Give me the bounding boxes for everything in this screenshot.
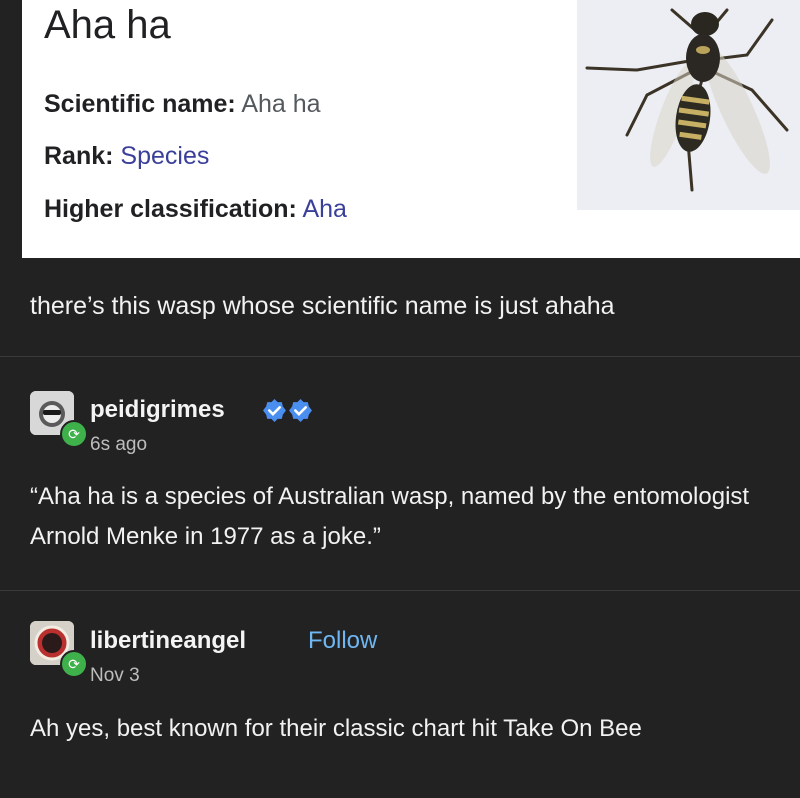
post-body: Ah yes, best known for their classic cha… (30, 715, 642, 742)
row-label: Scientific name: (44, 90, 236, 118)
scientific-name-row: Scientific name: Aha ha (44, 88, 321, 120)
verified-badge-icon (263, 399, 286, 422)
wiki-title: Aha ha (44, 3, 171, 47)
classification-link[interactable]: Aha (302, 195, 346, 223)
post-timestamp: Nov 3 (90, 665, 140, 686)
divider (0, 356, 800, 357)
row-value: Aha ha (241, 90, 321, 118)
reblog-icon: ⟳ (60, 650, 88, 678)
higher-classification-row: Higher classification: Aha (44, 193, 347, 225)
post-username[interactable]: peidigrimes (90, 396, 225, 424)
post-username[interactable]: libertineangel (90, 627, 246, 655)
wasp-image (577, 0, 800, 210)
follow-button[interactable]: Follow (308, 627, 377, 655)
verified-badge-icon (289, 399, 312, 422)
post-timestamp: 6s ago (90, 434, 148, 455)
meme-caption: there’s this wasp whose scientific name … (30, 292, 615, 320)
rank-row: Rank: Species (44, 140, 209, 172)
reblog-icon: ⟳ (60, 420, 88, 448)
rank-link[interactable]: Species (120, 142, 209, 170)
row-label: Rank: (44, 142, 114, 170)
row-label: Higher classification: (44, 195, 297, 223)
post-body: “Aha ha is a species of Australian wasp,… (30, 483, 750, 550)
wiki-card: Aha ha Scientific name: Aha ha Rank: Spe… (22, 0, 800, 258)
divider (0, 590, 800, 591)
